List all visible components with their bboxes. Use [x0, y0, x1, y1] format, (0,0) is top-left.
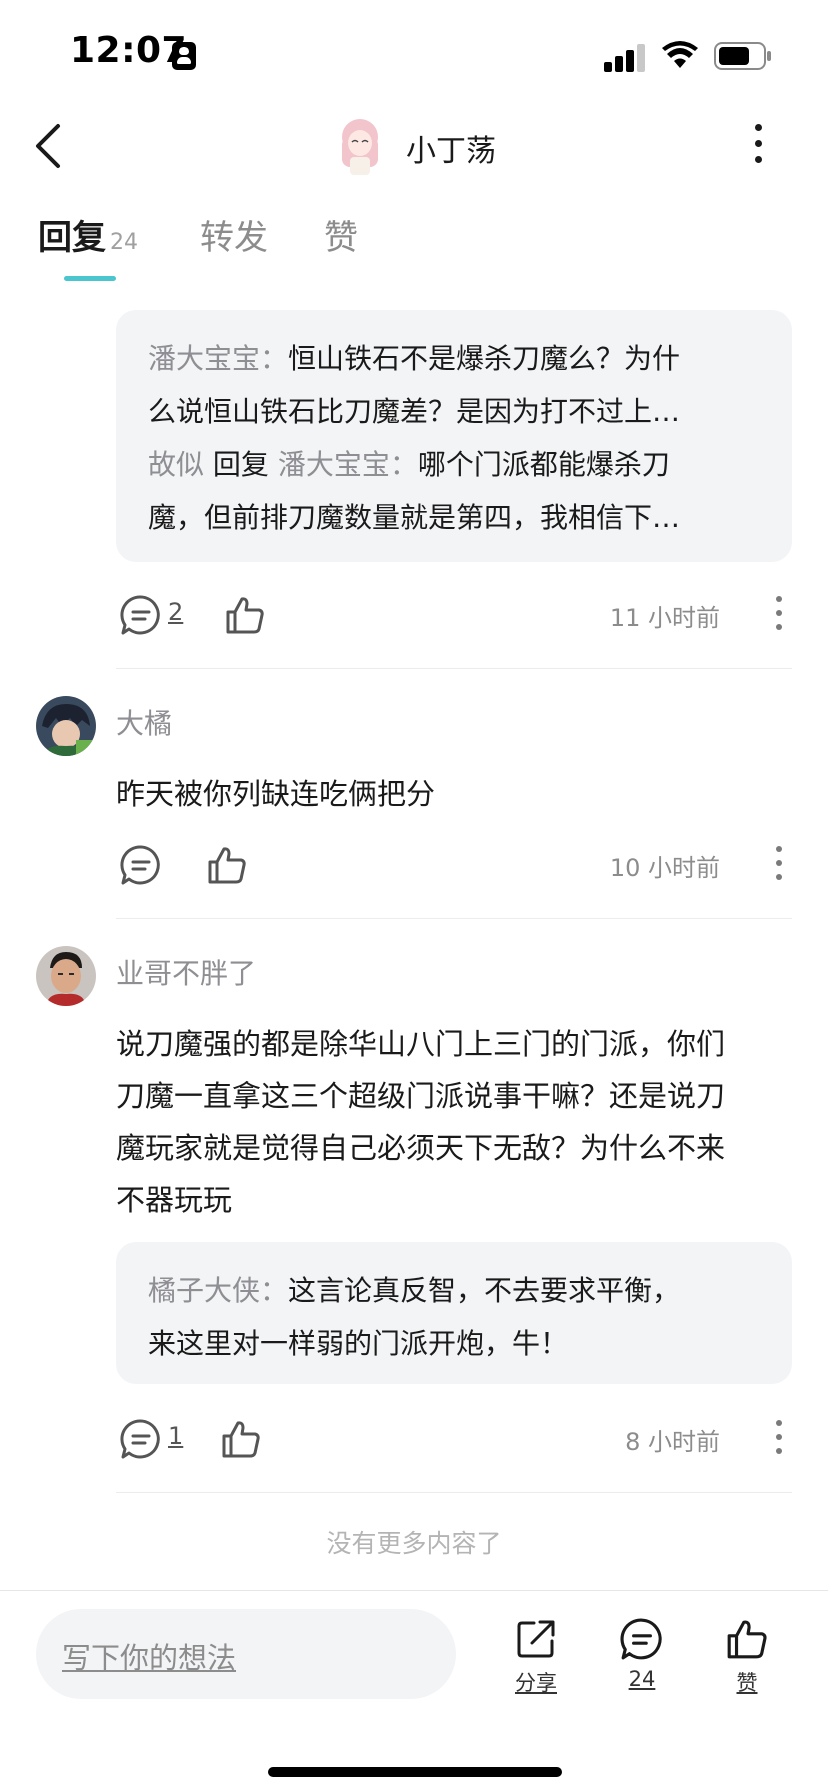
reply-word: 回复 [212, 448, 269, 481]
reply-preview-box[interactable]: 潘大宝宝：恒山铁石不是爆杀刀魔么？为什 么说恒山铁石比刀魔差？是因为打不过上… … [116, 310, 792, 562]
share-button[interactable]: 分享 [501, 1617, 571, 1713]
share-icon [517, 1620, 555, 1658]
reply-user[interactable]: 橘子大侠 [148, 1274, 260, 1307]
reply-preview-line: 魔，但前排刀魔数量就是第四，我相信下… [148, 501, 681, 534]
like-icon[interactable] [206, 844, 248, 886]
reply-count[interactable]: 2 [168, 598, 183, 626]
tab-replies-label: 回复 [38, 218, 106, 258]
home-indicator [268, 1767, 562, 1777]
reply-preview-box[interactable]: 橘子大侠：这言论真反智，不去要求平衡， 来这里对一样弱的门派开炮，牛！ [116, 1242, 792, 1384]
comment-count-label: 24 [628, 1667, 656, 1691]
reply-preview-line: 橘子大侠：这言论真反智，不去要求平衡， [148, 1274, 681, 1307]
divider [116, 668, 792, 669]
wifi-icon [662, 41, 698, 68]
tab-replies-count: 24 [110, 230, 138, 255]
back-button[interactable] [30, 118, 70, 174]
reply-preview-line: 故似 回复 潘大宝宝：哪个门派都能爆杀刀 [148, 448, 670, 481]
like-button[interactable]: 赞 [712, 1617, 782, 1713]
comment-text-line: 说刀魔强的都是除华山八门上三门的门派，你们 [116, 1027, 726, 1061]
more-options-button[interactable] [746, 124, 770, 168]
end-of-list-text: 没有更多内容了 [326, 1529, 502, 1558]
comment-time: 8 小时前 [625, 1428, 720, 1456]
comment-text: 昨天被你列缺连吃俩把分 [116, 777, 436, 811]
avatar[interactable] [36, 696, 96, 756]
reply-preview-line: 潘大宝宝：恒山铁石不是爆杀刀魔么？为什 [148, 342, 681, 375]
like-icon[interactable] [224, 594, 266, 636]
comment-icon [620, 1618, 662, 1660]
comment-input-placeholder: 写下你的想法 [62, 1641, 237, 1675]
comment-text-line: 刀魔一直拿这三个超级门派说事干嘛？还是说刀 [116, 1079, 726, 1113]
active-tab-indicator [64, 276, 116, 281]
comment-text-line: 魔玩家就是觉得自己必须天下无敌？为什么不来 [116, 1131, 726, 1165]
signal-icon [604, 42, 646, 72]
divider [116, 918, 792, 919]
reply-preview-line: 么说恒山铁石比刀魔差？是因为打不过上… [148, 395, 681, 428]
tab-forwards[interactable]: 转发 [200, 210, 268, 259]
comment-author[interactable]: 业哥不胖了 [116, 952, 256, 992]
tab-likes[interactable]: 赞 [324, 210, 358, 259]
like-label: 赞 [736, 1671, 758, 1695]
like-icon [727, 1620, 767, 1659]
avatar[interactable] [36, 946, 96, 1006]
tab-replies[interactable]: 回复 24 [38, 210, 138, 259]
reply-user[interactable]: 潘大宝宝 [148, 342, 260, 375]
reply-preview-line: 来这里对一样弱的门派开炮，牛！ [148, 1327, 569, 1360]
reply-count[interactable]: 1 [168, 1422, 183, 1450]
contact-card-icon [172, 42, 196, 70]
reply-text: 哪个门派都能爆杀刀 [417, 448, 670, 481]
comment-icon[interactable] [120, 844, 162, 886]
comment-author[interactable]: 大橘 [116, 702, 172, 742]
battery-icon [714, 42, 771, 70]
user-avatar[interactable] [334, 115, 386, 179]
comment-time: 10 小时前 [609, 854, 720, 882]
reply-user[interactable]: 故似 [148, 448, 204, 481]
comment-icon[interactable] [120, 594, 162, 636]
comment-text: 说刀魔强的都是除华山八门上三门的门派，你们 刀魔一直拿这三个超级门派说事干嘛？还… [116, 1018, 792, 1226]
comment-text-line: 不器玩玩 [116, 1183, 233, 1217]
comment-input[interactable]: 写下你的想法 [36, 1609, 456, 1699]
comment-more-button[interactable] [774, 846, 784, 882]
comment-more-button[interactable] [774, 1420, 784, 1456]
comment-actions: 10 小时前 [116, 840, 792, 890]
reply-to-user[interactable]: 潘大宝宝 [278, 448, 390, 481]
page-title: 小丁荡 [406, 134, 496, 169]
reply-text: 这言论真反智，不去要求平衡， [288, 1274, 681, 1307]
reply-text: 恒山铁石不是爆杀刀魔么？为什 [288, 342, 681, 375]
status-bar: 12:07 [0, 0, 828, 100]
like-icon[interactable] [220, 1418, 262, 1460]
comment-time: 11 小时前 [609, 604, 720, 632]
comment-icon[interactable] [120, 1418, 162, 1460]
comment-actions: 2 11 小时前 [116, 590, 792, 640]
comment-more-button[interactable] [774, 596, 784, 632]
comment-actions: 1 8 小时前 [116, 1414, 792, 1464]
bottom-bar: 写下你的想法 分享 24 赞 [0, 1590, 828, 1792]
comments-button[interactable]: 24 [607, 1617, 677, 1713]
share-label: 分享 [515, 1671, 557, 1695]
divider [116, 1492, 792, 1493]
status-time: 12:07 [70, 30, 188, 71]
